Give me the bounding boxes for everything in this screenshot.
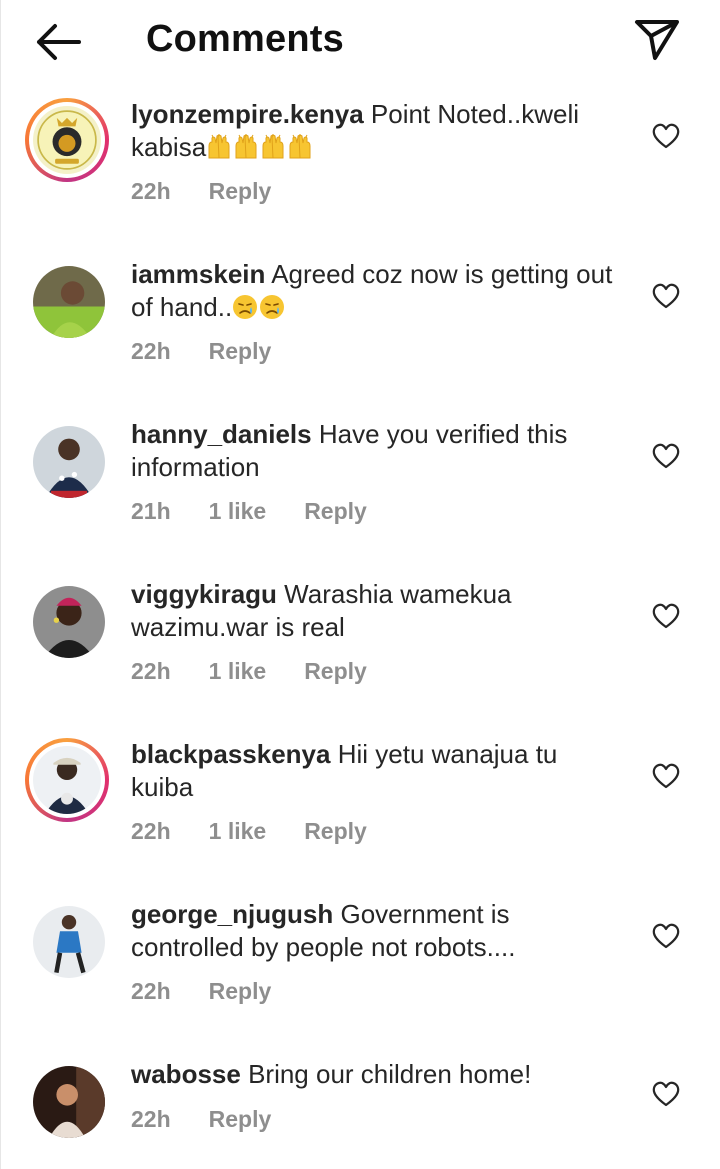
comment-text: viggykiragu Warashia wamekua wazimu.war …	[131, 578, 621, 644]
heart-icon	[652, 923, 680, 949]
avatar[interactable]	[33, 266, 105, 338]
reply-button[interactable]: Reply	[209, 338, 272, 364]
comment-time: 22h	[131, 658, 171, 684]
comment-time: 22h	[131, 1106, 171, 1132]
heart-icon	[652, 1081, 680, 1107]
back-button[interactable]	[31, 20, 85, 64]
comment-time: 22h	[131, 338, 171, 364]
reply-button[interactable]: Reply	[304, 658, 367, 684]
comment-meta: 22h Reply	[131, 1106, 309, 1133]
avatar[interactable]	[33, 906, 105, 978]
comment-meta: 22h 1 like Reply	[131, 658, 405, 685]
comment-row: iammskein Agreed coz now is getting out …	[1, 258, 720, 418]
raising-hands-emoji	[208, 134, 230, 159]
avatar	[33, 106, 101, 174]
raising-hands-emoji	[235, 134, 257, 159]
avatar-story-ring[interactable]	[25, 738, 109, 822]
comment-likes[interactable]: 1 like	[209, 498, 267, 524]
comment-likes[interactable]: 1 like	[209, 658, 267, 684]
header-bar: Comments	[1, 0, 720, 84]
like-button[interactable]	[651, 762, 681, 790]
reply-button[interactable]: Reply	[304, 498, 367, 524]
comment-text: hanny_daniels Have you verified this inf…	[131, 418, 621, 484]
heart-icon	[652, 123, 680, 149]
comments-screen: Comments lyonzempire.kenya Point Noted..…	[0, 0, 720, 1169]
like-button[interactable]	[651, 602, 681, 630]
paper-plane-icon	[635, 20, 679, 60]
comment-time: 22h	[131, 978, 171, 1004]
share-button[interactable]	[631, 16, 683, 64]
arrow-left-icon	[37, 24, 81, 60]
heart-icon	[652, 603, 680, 629]
comment-time: 21h	[131, 498, 171, 524]
comment-text: blackpasskenya Hii yetu wanajua tu kuiba	[131, 738, 621, 804]
comment-text: george_njugush Government is controlled …	[131, 898, 621, 964]
comment-meta: 22h Reply	[131, 978, 309, 1005]
comment-time: 22h	[131, 818, 171, 844]
like-button[interactable]	[651, 122, 681, 150]
avatar[interactable]	[33, 1066, 105, 1138]
heart-icon	[652, 443, 680, 469]
comment-time: 22h	[131, 178, 171, 204]
comment-meta: 22h Reply	[131, 178, 309, 205]
comment-meta: 22h 1 like Reply	[131, 818, 405, 845]
raising-hands-emoji	[262, 134, 284, 159]
heart-icon	[652, 763, 680, 789]
comment-username[interactable]: hanny_daniels	[131, 419, 312, 449]
comment-username[interactable]: iammskein	[131, 259, 265, 289]
reply-button[interactable]: Reply	[209, 1106, 272, 1132]
comment-text: iammskein Agreed coz now is getting out …	[131, 258, 621, 324]
comment-row: lyonzempire.kenya Point Noted..kweli kab…	[1, 98, 720, 258]
comment-likes[interactable]: 1 like	[209, 818, 267, 844]
heart-icon	[652, 283, 680, 309]
comment-row: hanny_daniels Have you verified this inf…	[1, 418, 720, 578]
reply-button[interactable]: Reply	[209, 178, 272, 204]
reply-button[interactable]: Reply	[209, 978, 272, 1004]
like-button[interactable]	[651, 282, 681, 310]
comment-row: wabosse Bring our children home! 22h Repl…	[1, 1058, 720, 1169]
crying-face-emoji	[233, 295, 258, 319]
comment-meta: 22h Reply	[131, 338, 309, 365]
like-button[interactable]	[651, 442, 681, 470]
raising-hands-emoji	[289, 134, 311, 159]
page-title: Comments	[146, 18, 344, 60]
comment-username[interactable]: blackpasskenya	[131, 739, 330, 769]
avatar-story-ring[interactable]	[25, 98, 109, 182]
comment-text: lyonzempire.kenya Point Noted..kweli kab…	[131, 98, 621, 164]
comment-text: wabosse Bring our children home!	[131, 1058, 621, 1091]
comment-username[interactable]: george_njugush	[131, 899, 333, 929]
comment-row: viggykiragu Warashia wamekua wazimu.war …	[1, 578, 720, 738]
comment-username[interactable]: lyonzempire.kenya	[131, 99, 364, 129]
crying-face-emoji	[260, 295, 285, 319]
comment-body: Bring our children home!	[248, 1059, 532, 1089]
avatar[interactable]	[33, 586, 105, 658]
comment-username[interactable]: viggykiragu	[131, 579, 277, 609]
avatar	[33, 746, 101, 814]
comment-meta: 21h 1 like Reply	[131, 498, 405, 525]
like-button[interactable]	[651, 922, 681, 950]
avatar[interactable]	[33, 426, 105, 498]
comment-username[interactable]: wabosse	[131, 1059, 241, 1089]
comment-row: george_njugush Government is controlled …	[1, 898, 720, 1058]
reply-button[interactable]: Reply	[304, 818, 367, 844]
like-button[interactable]	[651, 1080, 681, 1108]
comment-row: blackpasskenya Hii yetu wanajua tu kuiba…	[1, 738, 720, 898]
